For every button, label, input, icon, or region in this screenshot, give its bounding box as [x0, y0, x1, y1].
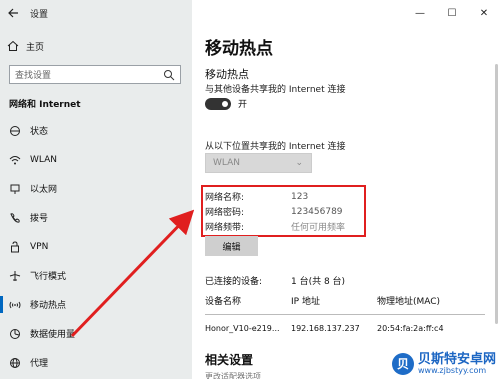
- table-header: 设备名称 IP 地址 物理地址(MAC): [205, 292, 495, 308]
- chevron-down-icon: ⌄: [295, 158, 303, 168]
- wifi-icon: [8, 153, 22, 167]
- minimize-button[interactable]: —: [404, 0, 436, 26]
- app-title: 设置: [30, 9, 49, 20]
- watermark-title: 贝斯特安卓网: [417, 351, 496, 367]
- share-description: 与其他设备共享我的 Internet 连接: [205, 85, 346, 95]
- title-bar: 设置: [0, 0, 192, 26]
- dialup-icon: [8, 211, 22, 225]
- highlight-box: [201, 185, 366, 237]
- sidebar-item-airplane[interactable]: 飞行模式: [0, 261, 192, 290]
- maximize-icon: ☐: [447, 7, 457, 19]
- edit-button[interactable]: 编辑: [205, 236, 258, 256]
- close-button[interactable]: ✕: [468, 0, 500, 26]
- table-row: Honor_V10-e219... 192.168.137.237 20:54:…: [205, 321, 495, 335]
- main-content: — ☐ ✕ 移动热点 移动热点 与其他设备共享我的 Internet 连接 开 …: [192, 0, 500, 379]
- toggle-state-label: 开: [238, 100, 248, 110]
- search-icon: [164, 70, 175, 81]
- sidebar-item-label: VPN: [30, 241, 49, 252]
- sidebar-item-wlan[interactable]: WLAN: [0, 145, 192, 174]
- sidebar-item-label: 拨号: [30, 214, 49, 224]
- sidebar-item-label: 飞行模式: [30, 272, 67, 282]
- hotspot-icon: [8, 298, 22, 312]
- close-icon: ✕: [479, 7, 489, 19]
- sidebar-item-label: 移动热点: [30, 301, 67, 311]
- vpn-icon: [8, 240, 22, 254]
- sidebar-item-data-usage[interactable]: 数据使用量: [0, 319, 192, 348]
- sidebar-item-vpn[interactable]: VPN: [0, 232, 192, 261]
- share-from-value: WLAN: [213, 158, 241, 168]
- minimize-icon: —: [415, 7, 425, 19]
- table-cell: Honor_V10-e219...: [205, 323, 280, 333]
- airplane-icon: [8, 269, 22, 283]
- connected-devices-line: 已连接的设备: 1 台(共 8 台): [205, 274, 345, 287]
- back-button[interactable]: [0, 0, 26, 26]
- sidebar-item-dialup[interactable]: 拨号: [0, 203, 192, 232]
- table-cell: 192.168.137.237: [291, 323, 360, 333]
- hotspot-subhead: 移动热点: [205, 68, 249, 81]
- column-header: 设备名称: [205, 296, 242, 307]
- watermark: 贝 贝斯特安卓网 www.zjbstyy.com: [391, 352, 496, 375]
- column-header: IP 地址: [291, 296, 320, 307]
- table-divider: [205, 314, 485, 315]
- status-icon: [8, 124, 22, 138]
- sidebar: 设置 主页 查找设置 网络和 Internet 状态 WLAN 以太网 拨号 V…: [0, 0, 192, 379]
- hotspot-toggle-row: 开: [205, 97, 247, 110]
- share-from-select[interactable]: WLAN ⌄: [205, 153, 312, 173]
- proxy-icon: [8, 356, 22, 370]
- home-icon: [6, 39, 20, 53]
- page-title: 移动热点: [205, 39, 273, 59]
- nav-list: 状态 WLAN 以太网 拨号 VPN 飞行模式 移动热点 数据使用量 代理: [0, 116, 192, 377]
- ethernet-icon: [8, 182, 22, 196]
- data-usage-icon: [8, 327, 22, 341]
- nav-home[interactable]: 主页: [6, 37, 186, 55]
- connected-label: 已连接的设备:: [205, 277, 263, 287]
- maximize-button[interactable]: ☐: [436, 0, 468, 26]
- sidebar-item-label: 数据使用量: [30, 330, 76, 340]
- window-controls: — ☐ ✕: [404, 0, 500, 26]
- hotspot-toggle[interactable]: [205, 97, 231, 110]
- sidebar-item-label: 状态: [30, 127, 49, 137]
- related-settings-title: 相关设置: [205, 353, 254, 367]
- connected-value: 1 台(共 8 台): [291, 277, 346, 287]
- sidebar-item-hotspot[interactable]: 移动热点: [0, 290, 192, 319]
- table-cell: 20:54:fa:2a:ff:c4: [377, 323, 444, 333]
- column-header: 物理地址(MAC): [377, 296, 441, 307]
- sidebar-item-label: 代理: [30, 359, 49, 369]
- watermark-url: www.zjbstyy.com: [417, 365, 487, 375]
- sidebar-item-label: 以太网: [30, 185, 58, 195]
- sidebar-item-ethernet[interactable]: 以太网: [0, 174, 192, 203]
- sidebar-item-status[interactable]: 状态: [0, 116, 192, 145]
- scrollbar[interactable]: [495, 64, 498, 324]
- devices-table: 设备名称 IP 地址 物理地址(MAC) Honor_V10-e219... 1…: [205, 292, 495, 335]
- nav-home-label: 主页: [26, 42, 45, 53]
- search-placeholder: 查找设置: [15, 71, 52, 81]
- search-input[interactable]: 查找设置: [9, 65, 181, 84]
- related-settings-link[interactable]: 更改适配器选项: [205, 371, 261, 379]
- share-from-label: 从以下位置共享我的 Internet 连接: [205, 142, 346, 152]
- sidebar-item-proxy[interactable]: 代理: [0, 348, 192, 377]
- back-arrow-icon: [8, 8, 18, 18]
- watermark-text: 贝斯特安卓网 www.zjbstyy.com: [418, 353, 496, 375]
- sidebar-item-label: WLAN: [30, 154, 58, 165]
- watermark-logo: 贝: [391, 352, 414, 375]
- section-label: 网络和 Internet: [9, 100, 81, 110]
